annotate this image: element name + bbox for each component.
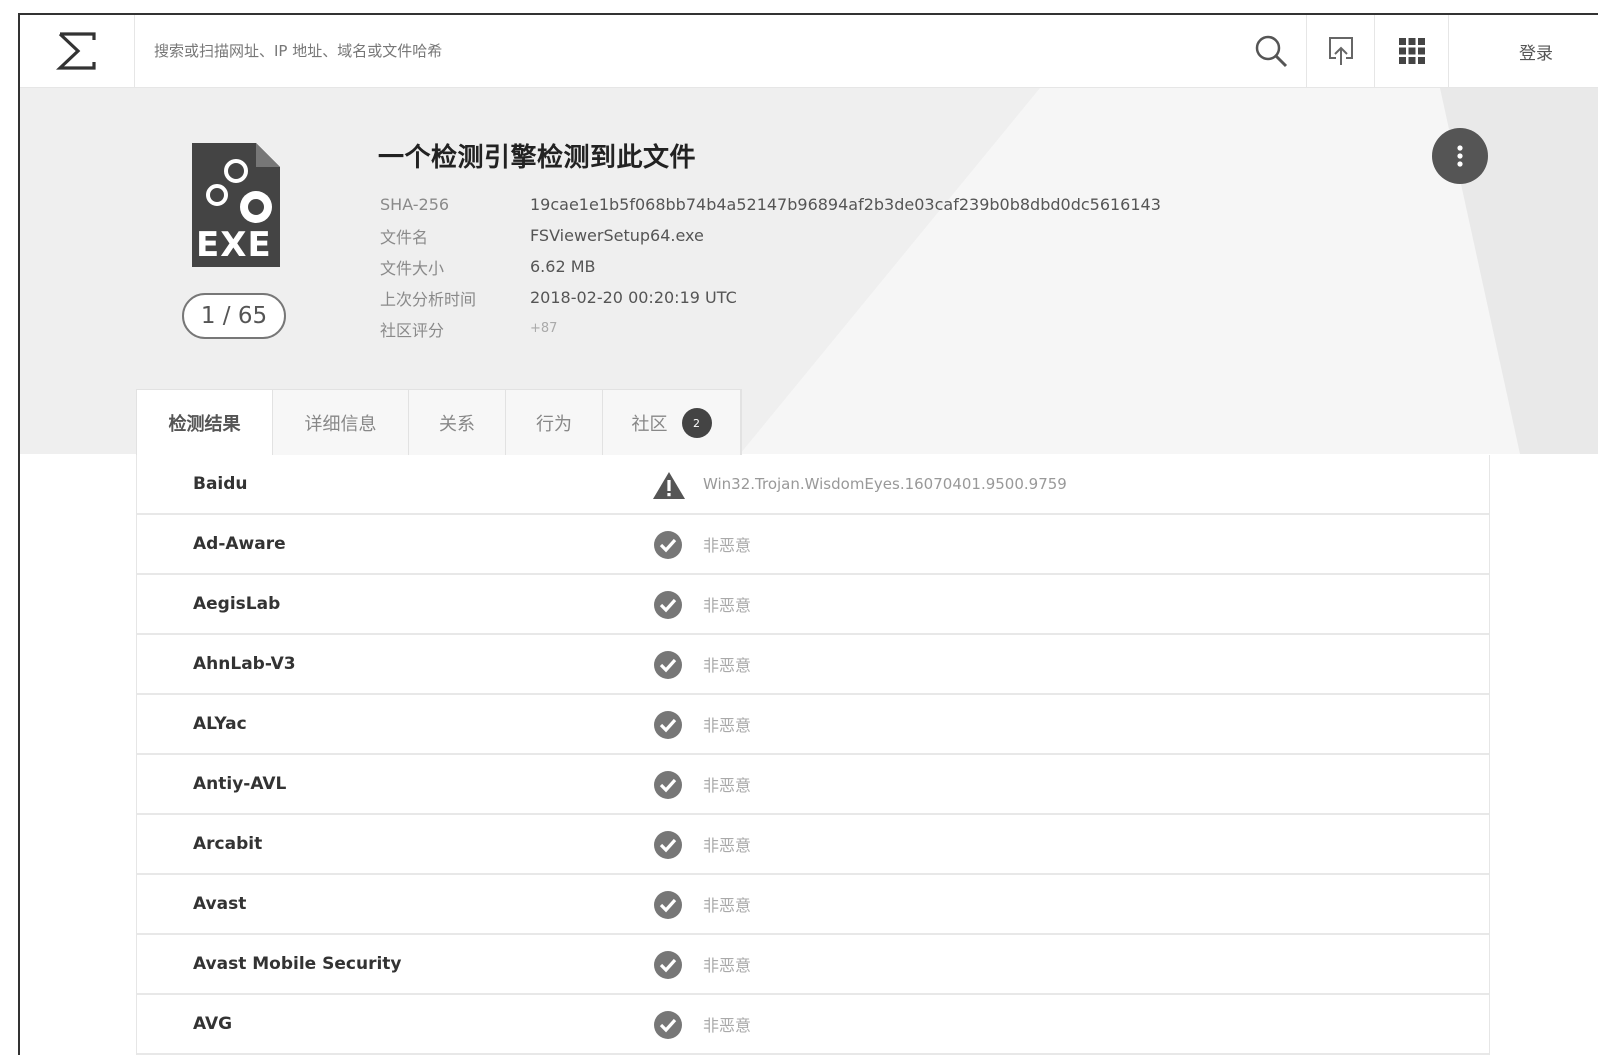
verdict: 非恶意 bbox=[703, 716, 752, 735]
result-row: AVG 非恶意 bbox=[137, 995, 1489, 1055]
check-circle-icon bbox=[654, 891, 682, 919]
verdict: 非恶意 bbox=[703, 536, 752, 555]
status-icon bbox=[652, 650, 684, 680]
more-vertical-icon bbox=[1457, 145, 1463, 167]
status-icon bbox=[652, 830, 684, 860]
result-row: Ad-Aware 非恶意 bbox=[137, 515, 1489, 575]
search-icon bbox=[1255, 35, 1288, 68]
search-button[interactable] bbox=[1236, 15, 1306, 87]
tab-label: 社区 bbox=[631, 414, 668, 435]
result-row: Avast Mobile Security 非恶意 bbox=[137, 935, 1489, 995]
sigma-logo-icon bbox=[56, 32, 96, 70]
status-icon bbox=[652, 890, 684, 920]
status-icon bbox=[652, 770, 684, 800]
app-window: 登录 EXE 1 / 65 一个检测引擎检测到此文件 SHA-256 19cae… bbox=[18, 13, 1598, 1055]
community-count-badge: 2 bbox=[681, 408, 712, 438]
verdict: 非恶意 bbox=[703, 656, 752, 675]
tab-label: 检测结果 bbox=[168, 414, 241, 435]
engine-name: Avast Mobile Security bbox=[193, 954, 402, 974]
file-type-badge: EXE bbox=[196, 225, 272, 265]
meta-value: 6.62 MB bbox=[530, 257, 596, 276]
engine-name: Ad-Aware bbox=[193, 534, 286, 554]
meta-label: 文件名 bbox=[380, 227, 429, 247]
meta-row: 上次分析时间 2018-02-20 00:20:19 UTC bbox=[380, 282, 1161, 313]
verdict: 非恶意 bbox=[703, 956, 752, 975]
login-button[interactable]: 登录 bbox=[1448, 15, 1588, 87]
community-score: +87 bbox=[530, 321, 558, 336]
result-row: AegisLab 非恶意 bbox=[137, 575, 1489, 635]
tab-detection[interactable]: 检测结果 bbox=[137, 390, 273, 456]
tab-community[interactable]: 社区 2 bbox=[603, 390, 741, 456]
meta-row: 文件大小 6.62 MB bbox=[380, 251, 1161, 282]
meta-label: SHA-256 bbox=[380, 195, 450, 214]
meta-row: 文件名 FSViewerSetup64.exe bbox=[380, 220, 1161, 251]
meta-value: FSViewerSetup64.exe bbox=[530, 226, 704, 245]
status-icon bbox=[652, 530, 684, 560]
logo-button[interactable] bbox=[20, 15, 135, 87]
detection-results-list: Baidu Win32.Trojan.WisdomEyes.16070401.95… bbox=[136, 455, 1490, 1055]
tab-label: 关系 bbox=[439, 414, 475, 435]
check-circle-icon bbox=[654, 711, 682, 739]
result-row: AhnLab-V3 非恶意 bbox=[137, 635, 1489, 695]
meta-row: 社区评分 +87 bbox=[380, 313, 1161, 344]
search-input[interactable] bbox=[152, 37, 856, 65]
tab-relations[interactable]: 关系 bbox=[409, 390, 506, 456]
meta-label: 文件大小 bbox=[380, 258, 445, 278]
status-icon bbox=[652, 470, 685, 500]
verdict: 非恶意 bbox=[703, 1016, 752, 1035]
upload-icon bbox=[1329, 37, 1353, 65]
engine-name: ALYac bbox=[193, 714, 247, 734]
result-row: ALYac 非恶意 bbox=[137, 695, 1489, 755]
check-circle-icon bbox=[654, 531, 682, 559]
apps-grid-icon bbox=[1399, 38, 1425, 64]
engine-name: Baidu bbox=[193, 474, 248, 494]
engine-name: AVG bbox=[193, 1014, 233, 1034]
verdict: 非恶意 bbox=[703, 896, 752, 915]
top-bar: 登录 bbox=[20, 15, 1598, 88]
tab-label: 行为 bbox=[536, 414, 572, 435]
status-icon bbox=[652, 590, 684, 620]
meta-value: 2018-02-20 00:20:19 UTC bbox=[530, 288, 737, 307]
more-options-button[interactable] bbox=[1432, 128, 1488, 184]
engine-name: Avast bbox=[193, 894, 247, 914]
upload-button[interactable] bbox=[1306, 15, 1375, 87]
check-circle-icon bbox=[654, 591, 682, 619]
check-circle-icon bbox=[654, 651, 682, 679]
status-icon bbox=[652, 1010, 684, 1040]
exe-file-icon: EXE bbox=[190, 141, 282, 273]
tab-details[interactable]: 详细信息 bbox=[273, 390, 409, 456]
check-circle-icon bbox=[654, 831, 682, 859]
verdict: Win32.Trojan.WisdomEyes.16070401.9500.97… bbox=[703, 475, 1067, 493]
engine-name: AegisLab bbox=[193, 594, 281, 614]
verdict: 非恶意 bbox=[703, 836, 752, 855]
detection-title: 一个检测引擎检测到此文件 bbox=[378, 143, 697, 173]
apps-button[interactable] bbox=[1374, 15, 1449, 87]
engine-name: Antiy-AVL bbox=[193, 774, 287, 794]
verdict: 非恶意 bbox=[703, 596, 752, 615]
tab-bar: 检测结果 详细信息 关系 行为 社区 2 bbox=[136, 389, 742, 456]
meta-label: 社区评分 bbox=[380, 320, 445, 340]
file-metadata: SHA-256 19cae1e1b5f068bb74b4a52147b96894… bbox=[380, 189, 1161, 344]
status-icon bbox=[652, 710, 684, 740]
check-circle-icon bbox=[654, 951, 682, 979]
result-row: Baidu Win32.Trojan.WisdomEyes.16070401.95… bbox=[137, 455, 1489, 515]
check-circle-icon bbox=[654, 1011, 682, 1039]
result-row: Avast 非恶意 bbox=[137, 875, 1489, 935]
detection-ratio: 1 / 65 bbox=[182, 293, 286, 339]
tab-label: 详细信息 bbox=[304, 414, 377, 435]
status-icon bbox=[652, 950, 684, 980]
tab-behavior[interactable]: 行为 bbox=[506, 390, 603, 456]
warning-triangle-icon bbox=[653, 472, 685, 499]
result-row: Antiy-AVL 非恶意 bbox=[137, 755, 1489, 815]
check-circle-icon bbox=[654, 771, 682, 799]
meta-value: 19cae1e1b5f068bb74b4a52147b96894af2b3de0… bbox=[530, 195, 1161, 214]
engine-name: AhnLab-V3 bbox=[193, 654, 296, 674]
meta-label: 上次分析时间 bbox=[380, 289, 477, 309]
engine-name: Arcabit bbox=[193, 834, 263, 854]
result-row: Arcabit 非恶意 bbox=[137, 815, 1489, 875]
verdict: 非恶意 bbox=[703, 776, 752, 795]
meta-row: SHA-256 19cae1e1b5f068bb74b4a52147b96894… bbox=[380, 189, 1161, 220]
